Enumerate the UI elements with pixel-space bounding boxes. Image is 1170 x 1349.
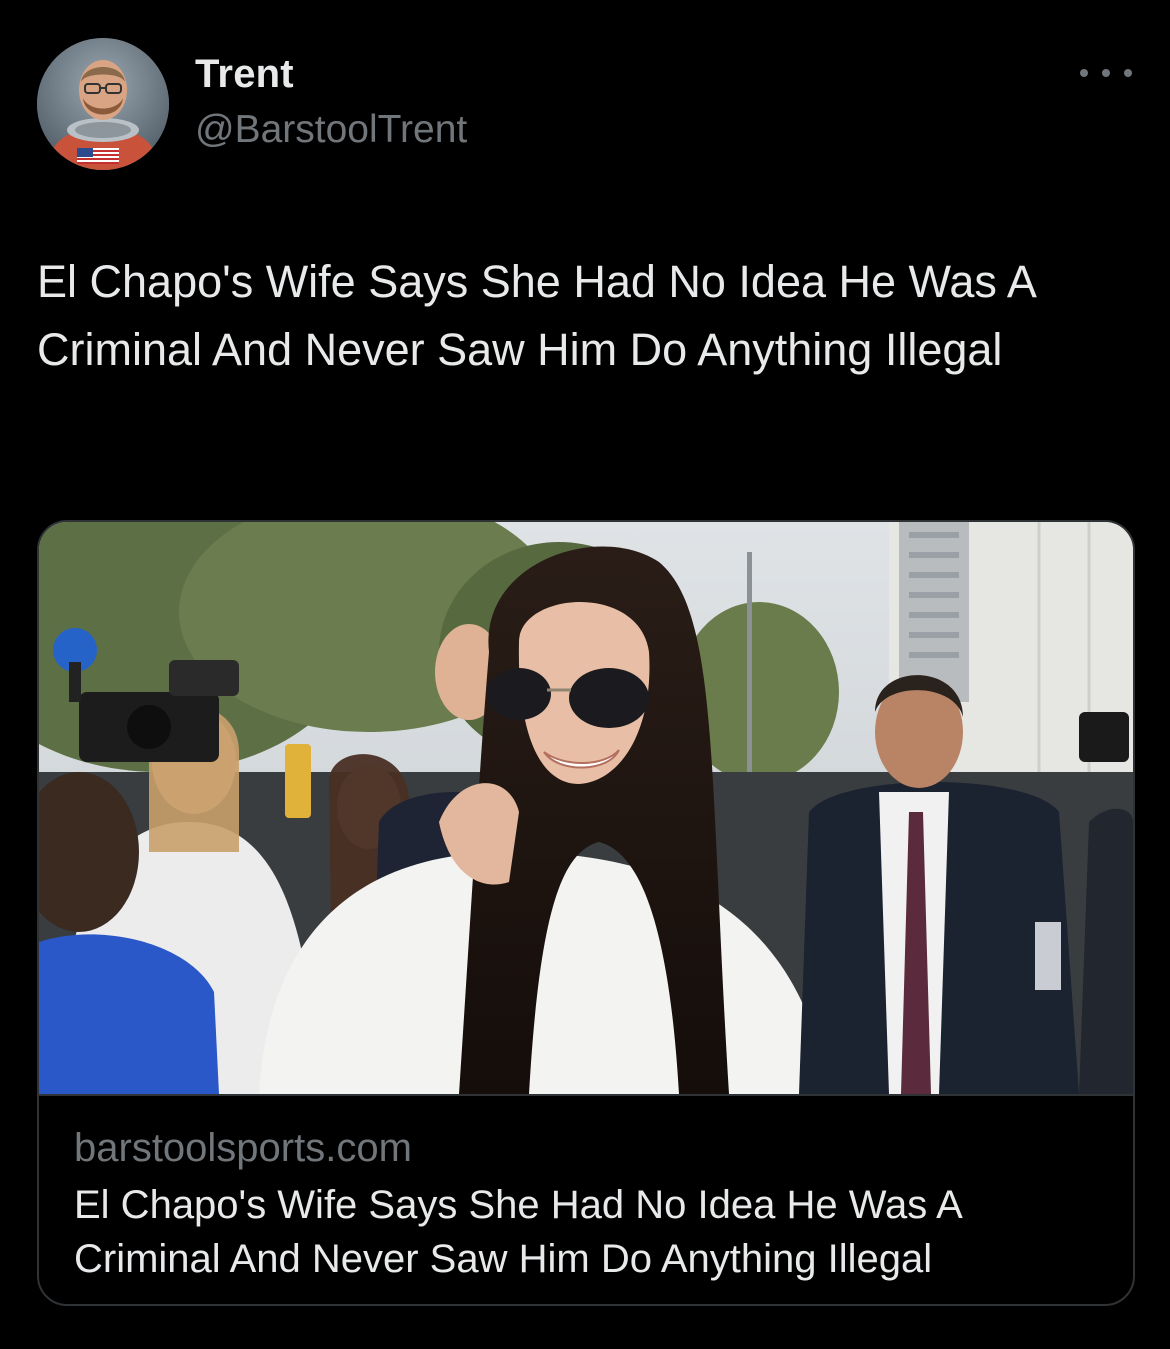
card-divider <box>39 1094 1133 1096</box>
more-horizontal-icon <box>1080 69 1088 77</box>
more-horizontal-icon <box>1124 69 1132 77</box>
tweet-text: El Chapo's Wife Says She Had No Idea He … <box>37 256 1035 375</box>
more-options-button[interactable] <box>1080 58 1132 88</box>
card-domain: barstoolsports.com <box>74 1126 412 1170</box>
card-title: El Chapo's Wife Says She Had No Idea He … <box>74 1183 961 1281</box>
author-handle[interactable]: @BarstoolTrent <box>195 108 467 152</box>
tweet: Trent @BarstoolTrent El Chapo's Wife Say… <box>0 0 1170 1349</box>
link-card[interactable]: barstoolsports.com El Chapo's Wife Says … <box>37 520 1135 1306</box>
author-display-name[interactable]: Trent <box>195 52 294 97</box>
avatar[interactable] <box>37 38 169 170</box>
card-image <box>39 522 1133 1094</box>
more-horizontal-icon <box>1102 69 1110 77</box>
